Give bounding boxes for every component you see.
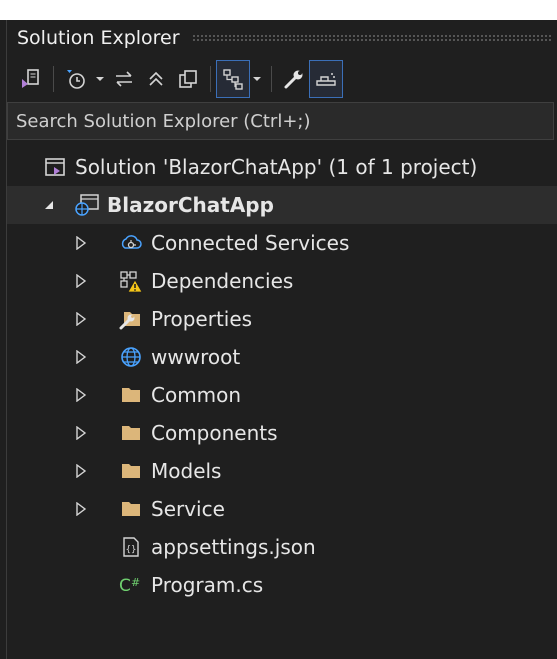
tree-item-connected-services[interactable]: Connected Services — [7, 224, 557, 262]
tree-item-common[interactable]: Common — [7, 376, 557, 414]
collapsed-arrow-icon[interactable] — [71, 388, 91, 402]
tree-item-label: appsettings.json — [151, 535, 316, 559]
connected-services-icon — [117, 229, 145, 257]
panel-title-bar[interactable]: Solution Explorer — [7, 20, 557, 56]
collapse-all-icon — [144, 67, 168, 91]
properties-folder-icon — [117, 305, 145, 333]
collapsed-arrow-icon[interactable] — [71, 274, 91, 288]
expanded-arrow-icon[interactable] — [39, 199, 59, 211]
show-all-files-icon — [176, 67, 200, 91]
tree-item-label: Properties — [151, 307, 253, 331]
tree-item-components[interactable]: Components — [7, 414, 557, 452]
json-file-icon: {} — [117, 533, 145, 561]
tree-item-program-cs[interactable]: C # Program.cs — [7, 566, 557, 604]
preview-selected-items-icon — [314, 67, 338, 91]
file-nesting-dropdown[interactable] — [249, 61, 265, 97]
toolbar-separator — [53, 66, 54, 92]
globe-icon — [117, 343, 145, 371]
tree-item-label: Common — [151, 383, 242, 407]
collapse-all-button[interactable] — [140, 61, 172, 97]
svg-text:{}: {} — [126, 545, 137, 555]
toolbar — [7, 56, 557, 102]
collapsed-arrow-icon[interactable] — [71, 502, 91, 516]
sync-arrows-icon — [112, 67, 136, 91]
solution-icon — [41, 153, 69, 181]
folder-icon — [117, 381, 145, 409]
preview-selected-items-button[interactable] — [309, 60, 343, 98]
properties-wrench-icon — [282, 67, 306, 91]
tree-item-label: Connected Services — [151, 231, 350, 255]
tree-item-label: Components — [151, 421, 278, 445]
solution-tree: Solution 'BlazorChatApp' (1 of 1 project… — [7, 148, 557, 604]
tree-item-label: Dependencies — [151, 269, 294, 293]
web-project-icon — [73, 191, 101, 219]
tree-item-label: wwwroot — [151, 345, 241, 369]
tree-item-properties[interactable]: Properties — [7, 300, 557, 338]
folder-icon — [117, 457, 145, 485]
project-items: Connected Services Dependencies Properties… — [7, 224, 557, 604]
tree-item-models[interactable]: Models — [7, 452, 557, 490]
svg-text:C: C — [119, 576, 131, 596]
file-nesting-icon — [221, 67, 245, 91]
solution-label: Solution 'BlazorChatApp' (1 of 1 project… — [75, 155, 478, 179]
dropdown-arrow-icon — [252, 74, 262, 84]
project-label: BlazorChatApp — [107, 193, 274, 217]
collapsed-arrow-icon[interactable] — [71, 236, 91, 250]
tree-item-service[interactable]: Service — [7, 490, 557, 528]
solution-node[interactable]: Solution 'BlazorChatApp' (1 of 1 project… — [7, 148, 557, 186]
title-grip[interactable] — [191, 34, 552, 42]
tree-item-dependencies[interactable]: Dependencies — [7, 262, 557, 300]
tree-item-label: Program.cs — [151, 573, 264, 597]
tree-item-label: Service — [151, 497, 225, 521]
panel-title: Solution Explorer — [17, 27, 180, 49]
top-white-strip — [0, 0, 557, 20]
solution-explorer-panel: Solution Explorer Search Solution Explor… — [6, 20, 557, 659]
project-node[interactable]: BlazorChatApp — [7, 186, 557, 224]
svg-text:#: # — [131, 576, 140, 589]
show-all-files-button[interactable] — [172, 61, 204, 97]
sync-with-active-document-button[interactable] — [15, 61, 47, 97]
properties-button[interactable] — [278, 61, 310, 97]
tree-item-appsettings-json[interactable]: {} appsettings.json — [7, 528, 557, 566]
pending-changes-filter-icon — [64, 67, 88, 91]
tree-item-wwwroot[interactable]: wwwroot — [7, 338, 557, 376]
collapsed-arrow-icon[interactable] — [71, 426, 91, 440]
csharp-file-icon: C # — [117, 571, 145, 599]
dependencies-warning-icon — [117, 267, 145, 295]
file-nesting-button[interactable] — [216, 60, 250, 98]
sync-with-active-document-icon — [19, 67, 43, 91]
search-input[interactable]: Search Solution Explorer (Ctrl+;) — [7, 102, 554, 140]
dropdown-arrow-icon — [95, 74, 105, 84]
pending-changes-filter-button[interactable] — [60, 61, 92, 97]
collapsed-arrow-icon[interactable] — [71, 312, 91, 326]
toolbar-separator — [210, 66, 211, 92]
sync-button[interactable] — [108, 61, 140, 97]
collapsed-arrow-icon[interactable] — [71, 464, 91, 478]
collapsed-arrow-icon[interactable] — [71, 350, 91, 364]
pending-changes-dropdown[interactable] — [92, 61, 108, 97]
tree-item-label: Models — [151, 459, 222, 483]
folder-icon — [117, 419, 145, 447]
toolbar-separator — [271, 66, 272, 92]
search-placeholder: Search Solution Explorer (Ctrl+;) — [16, 110, 311, 132]
folder-icon — [117, 495, 145, 523]
